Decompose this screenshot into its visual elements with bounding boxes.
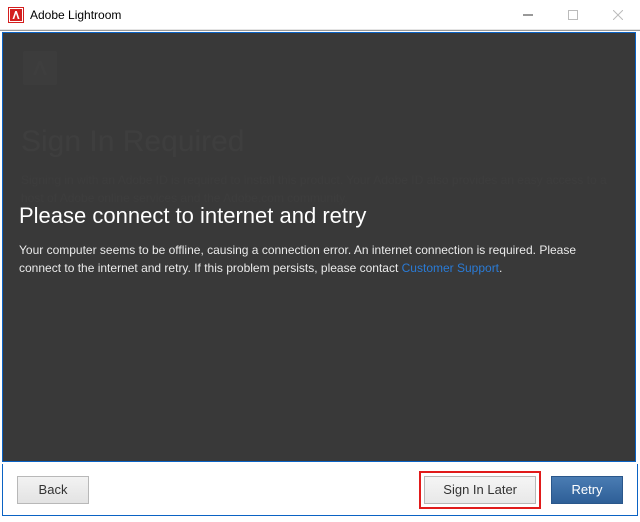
sign-in-later-highlight: Sign In Later xyxy=(419,471,541,509)
connection-error-overlay: Please connect to internet and retry You… xyxy=(3,33,635,461)
back-button[interactable]: Back xyxy=(17,476,89,504)
dialog-footer: Back Sign In Later Retry xyxy=(2,464,638,516)
retry-button[interactable]: Retry xyxy=(551,476,623,504)
customer-support-link[interactable]: Customer Support xyxy=(402,261,499,275)
window-title: Adobe Lightroom xyxy=(30,8,121,22)
client-area: Sign In Required Signing in with an Adob… xyxy=(0,30,640,522)
maximize-button[interactable] xyxy=(550,0,595,30)
close-button[interactable] xyxy=(595,0,640,30)
overlay-body: Your computer seems to be offline, causi… xyxy=(19,241,619,277)
titlebar: Adobe Lightroom xyxy=(0,0,640,30)
overlay-heading: Please connect to internet and retry xyxy=(19,203,619,229)
sign-in-later-button[interactable]: Sign In Later xyxy=(424,476,536,504)
app-icon xyxy=(8,7,24,23)
overlay-body-text-post: . xyxy=(499,261,502,275)
minimize-button[interactable] xyxy=(505,0,550,30)
